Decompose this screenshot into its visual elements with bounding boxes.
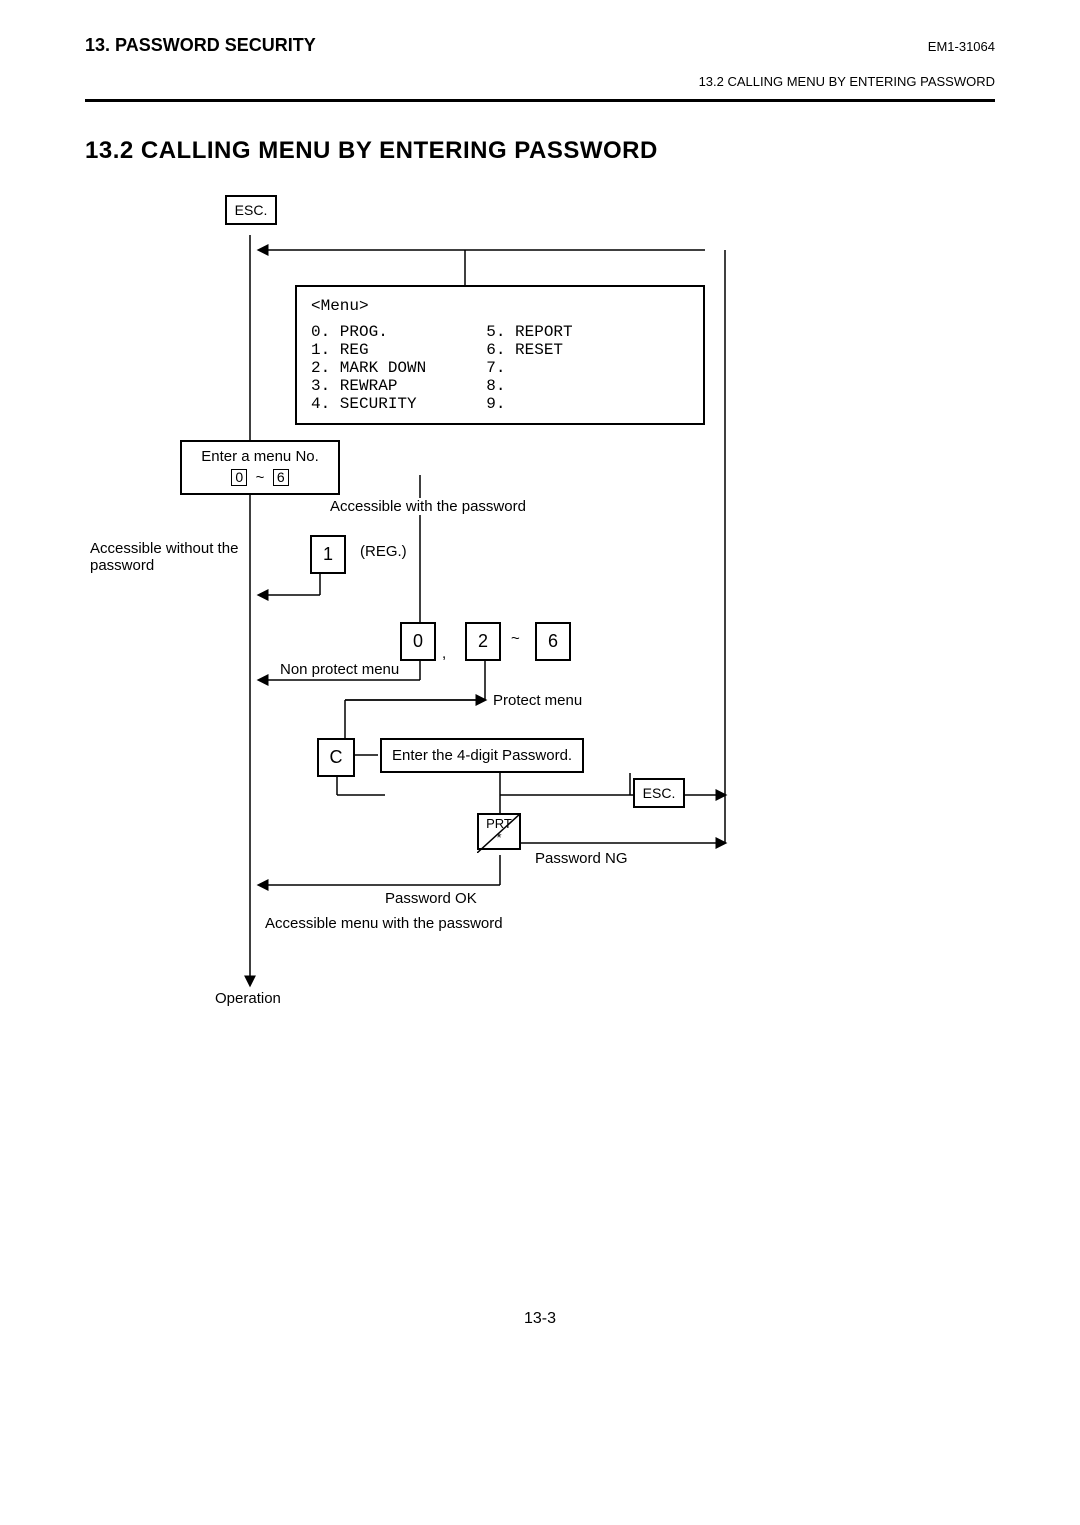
header-rule — [85, 99, 995, 102]
chapter-title: 13. PASSWORD SECURITY — [85, 35, 316, 56]
range-hi-key: 6 — [273, 469, 289, 486]
c-key: C — [317, 738, 355, 777]
comma-label: , — [442, 645, 446, 662]
accessible-without-pw-label: Accessible without the password — [90, 540, 245, 574]
esc-key-top: ESC. — [225, 195, 277, 225]
subsection-header: 13.2 CALLING MENU BY ENTERING PASSWORD — [85, 74, 995, 89]
two-key: 2 — [465, 622, 501, 661]
accessible-with-pw-label: Accessible with the password — [330, 498, 526, 515]
tilde-label: ~ — [511, 630, 520, 647]
range-sep: ~ — [252, 469, 269, 486]
reg-key: 1 — [310, 535, 346, 574]
zero-key: 0 — [400, 622, 436, 661]
prt-key: PRT * — [477, 813, 521, 850]
range-lo-key: 0 — [231, 469, 247, 486]
six-key: 6 — [535, 622, 571, 661]
menu-right-col: 5. REPORT 6. RESET 7. 8. 9. — [486, 323, 572, 413]
enter-password-box: Enter the 4-digit Password. — [380, 738, 584, 773]
doc-id: EM1-31064 — [928, 39, 995, 54]
menu-left-col: 0. PROG. 1. REG 2. MARK DOWN 3. REWRAP 4… — [311, 323, 426, 413]
section-title: 13.2 CALLING MENU BY ENTERING PASSWORD — [85, 137, 995, 165]
reg-label: (REG.) — [360, 543, 407, 560]
esc-key-right: ESC. — [633, 778, 685, 808]
protect-menu-label: Protect menu — [493, 692, 582, 709]
menu-panel-title: <Menu> — [311, 297, 689, 315]
operation-label: Operation — [215, 990, 281, 1007]
password-ok-label: Password OK — [385, 890, 477, 907]
enter-menu-no-box: Enter a menu No. 0 ~ 6 — [180, 440, 340, 495]
enter-menu-no-label: Enter a menu No. — [190, 448, 330, 465]
page-number: 13-3 — [0, 1310, 1080, 1328]
menu-panel: <Menu> 0. PROG. 1. REG 2. MARK DOWN 3. R… — [295, 285, 705, 425]
flow-diagram: ESC. <Menu> 0. PROG. 1. REG 2. MARK DOWN… — [85, 195, 995, 1025]
accessible-menu-pw-label: Accessible menu with the password — [265, 915, 503, 932]
non-protect-label: Non protect menu — [280, 661, 399, 678]
password-ng-label: Password NG — [535, 850, 628, 867]
